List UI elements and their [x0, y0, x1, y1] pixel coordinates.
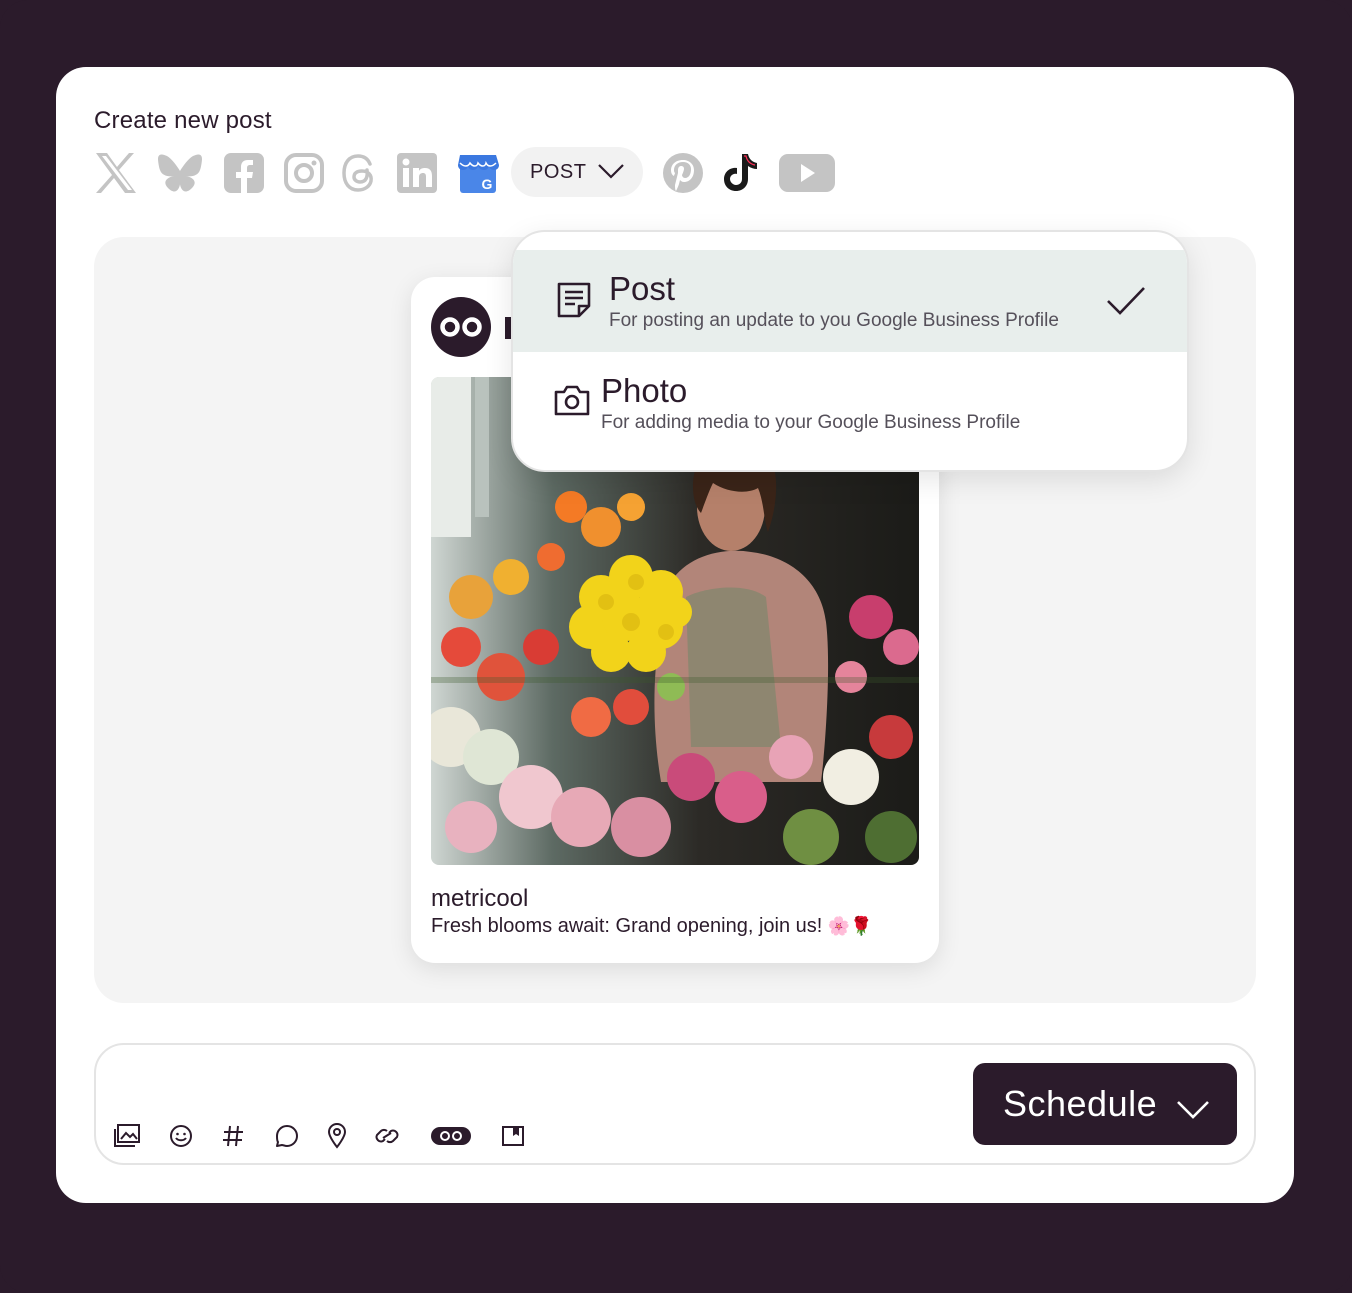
hashtag-icon[interactable]	[218, 1121, 248, 1151]
menu-option-post[interactable]: Post For posting an update to you Google…	[513, 250, 1187, 352]
pinterest-icon[interactable]	[659, 149, 707, 197]
instagram-icon[interactable]	[280, 149, 328, 197]
link-icon[interactable]	[372, 1121, 402, 1151]
youtube-icon[interactable]	[778, 149, 836, 197]
location-icon[interactable]	[322, 1121, 352, 1151]
facebook-icon[interactable]	[220, 149, 268, 197]
menu-option-label: Post	[609, 270, 676, 307]
svg-text:G: G	[482, 176, 493, 192]
avatar	[431, 297, 491, 357]
schedule-label: Schedule	[1003, 1083, 1158, 1124]
media-icon[interactable]	[112, 1121, 142, 1151]
schedule-button[interactable]: Schedule	[973, 1063, 1237, 1145]
emoji-icon[interactable]	[166, 1121, 196, 1151]
check-icon	[1105, 284, 1147, 323]
menu-option-description: For posting an update to you Google Busi…	[609, 310, 1059, 331]
composer-bar: Schedule	[94, 1043, 1256, 1165]
linkedin-icon[interactable]	[393, 149, 441, 197]
chevron-down-icon	[597, 162, 625, 186]
post-type-dropdown[interactable]: POST	[511, 147, 643, 197]
x-icon[interactable]	[92, 149, 140, 197]
google-business-icon[interactable]: G	[454, 149, 502, 197]
preview-caption: Fresh blooms await: Grand opening, join …	[431, 915, 873, 938]
caption-emoji: 🌸🌹	[827, 916, 873, 936]
metricool-icon[interactable]	[430, 1121, 472, 1151]
note-icon	[555, 280, 595, 325]
chevron-down-icon	[1175, 1089, 1211, 1131]
post-type-label: POST	[530, 160, 587, 183]
metricool-logo-icon	[440, 317, 482, 337]
post-type-menu: Post For posting an update to you Google…	[511, 230, 1189, 472]
menu-option-photo[interactable]: Photo For adding media to your Google Bu…	[513, 352, 1187, 454]
caption-text: Fresh blooms await: Grand opening, join …	[431, 915, 823, 937]
menu-option-description: For adding media to your Google Business…	[601, 412, 1021, 433]
library-icon[interactable]	[498, 1121, 528, 1151]
app-frame: Create new post G POST metricool Fresh b…	[0, 0, 1352, 1293]
tiktok-icon[interactable]	[717, 149, 765, 197]
menu-option-label: Photo	[601, 372, 688, 409]
threads-icon[interactable]	[336, 149, 384, 197]
preview-account-name: metricool	[431, 885, 529, 912]
comment-icon[interactable]	[272, 1121, 302, 1151]
bluesky-icon[interactable]	[156, 149, 204, 197]
page-title: Create new post	[94, 107, 272, 134]
camera-icon	[553, 382, 591, 425]
create-post-card: Create new post G POST metricool Fresh b…	[56, 67, 1294, 1203]
